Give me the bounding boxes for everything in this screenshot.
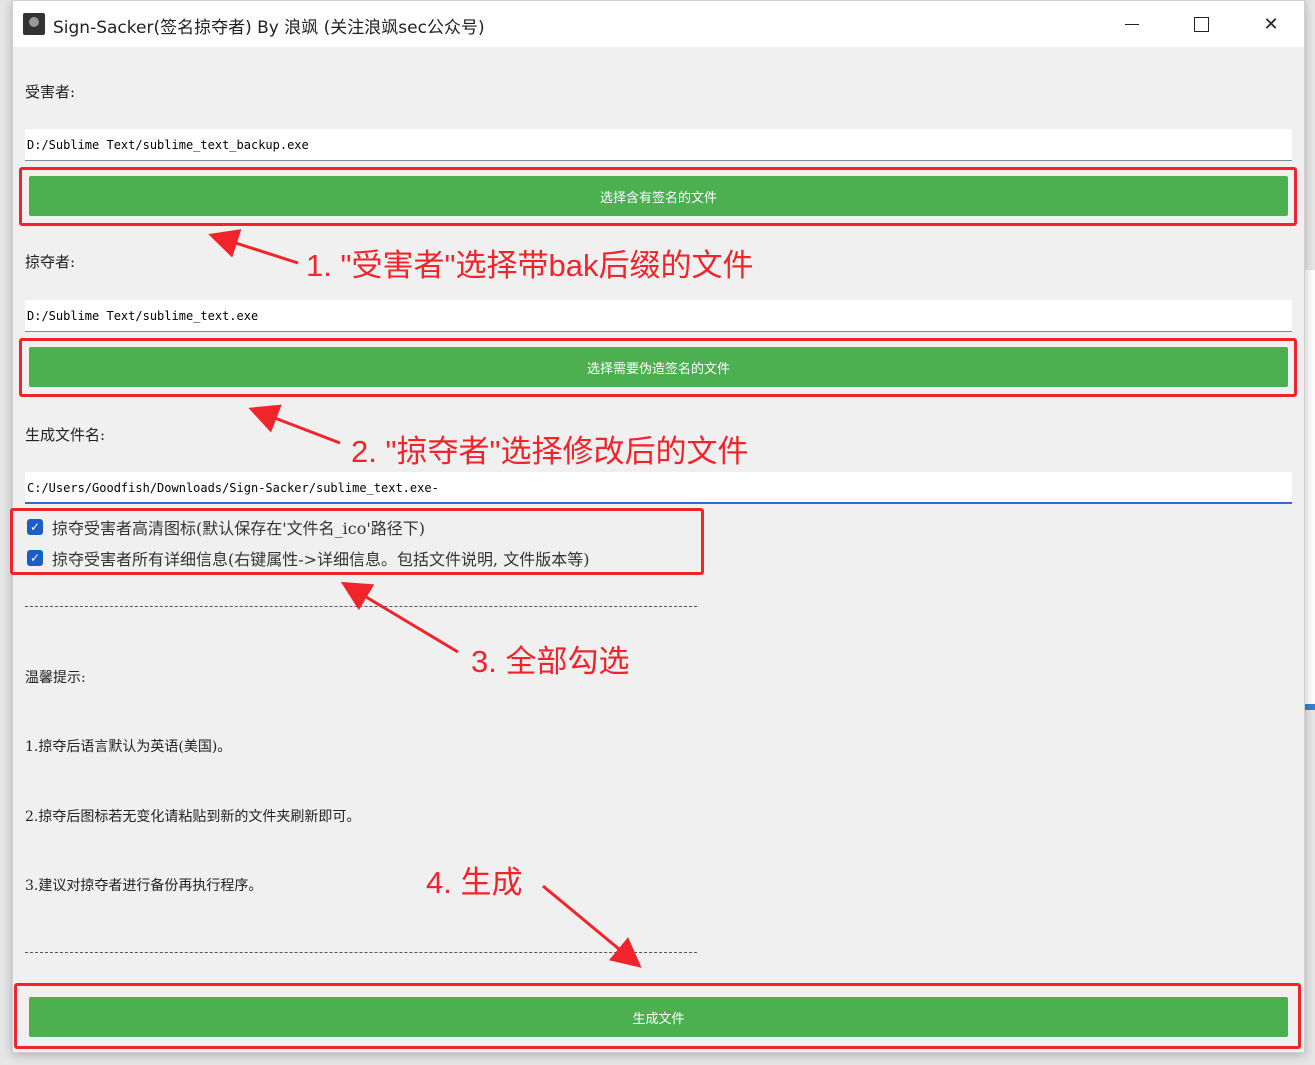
arrow-step4 [542,884,642,968]
arrow-step1 [208,229,299,265]
arrow-step2 [248,404,341,445]
annotation-arrows [208,229,642,968]
arrow-step3 [340,581,459,654]
